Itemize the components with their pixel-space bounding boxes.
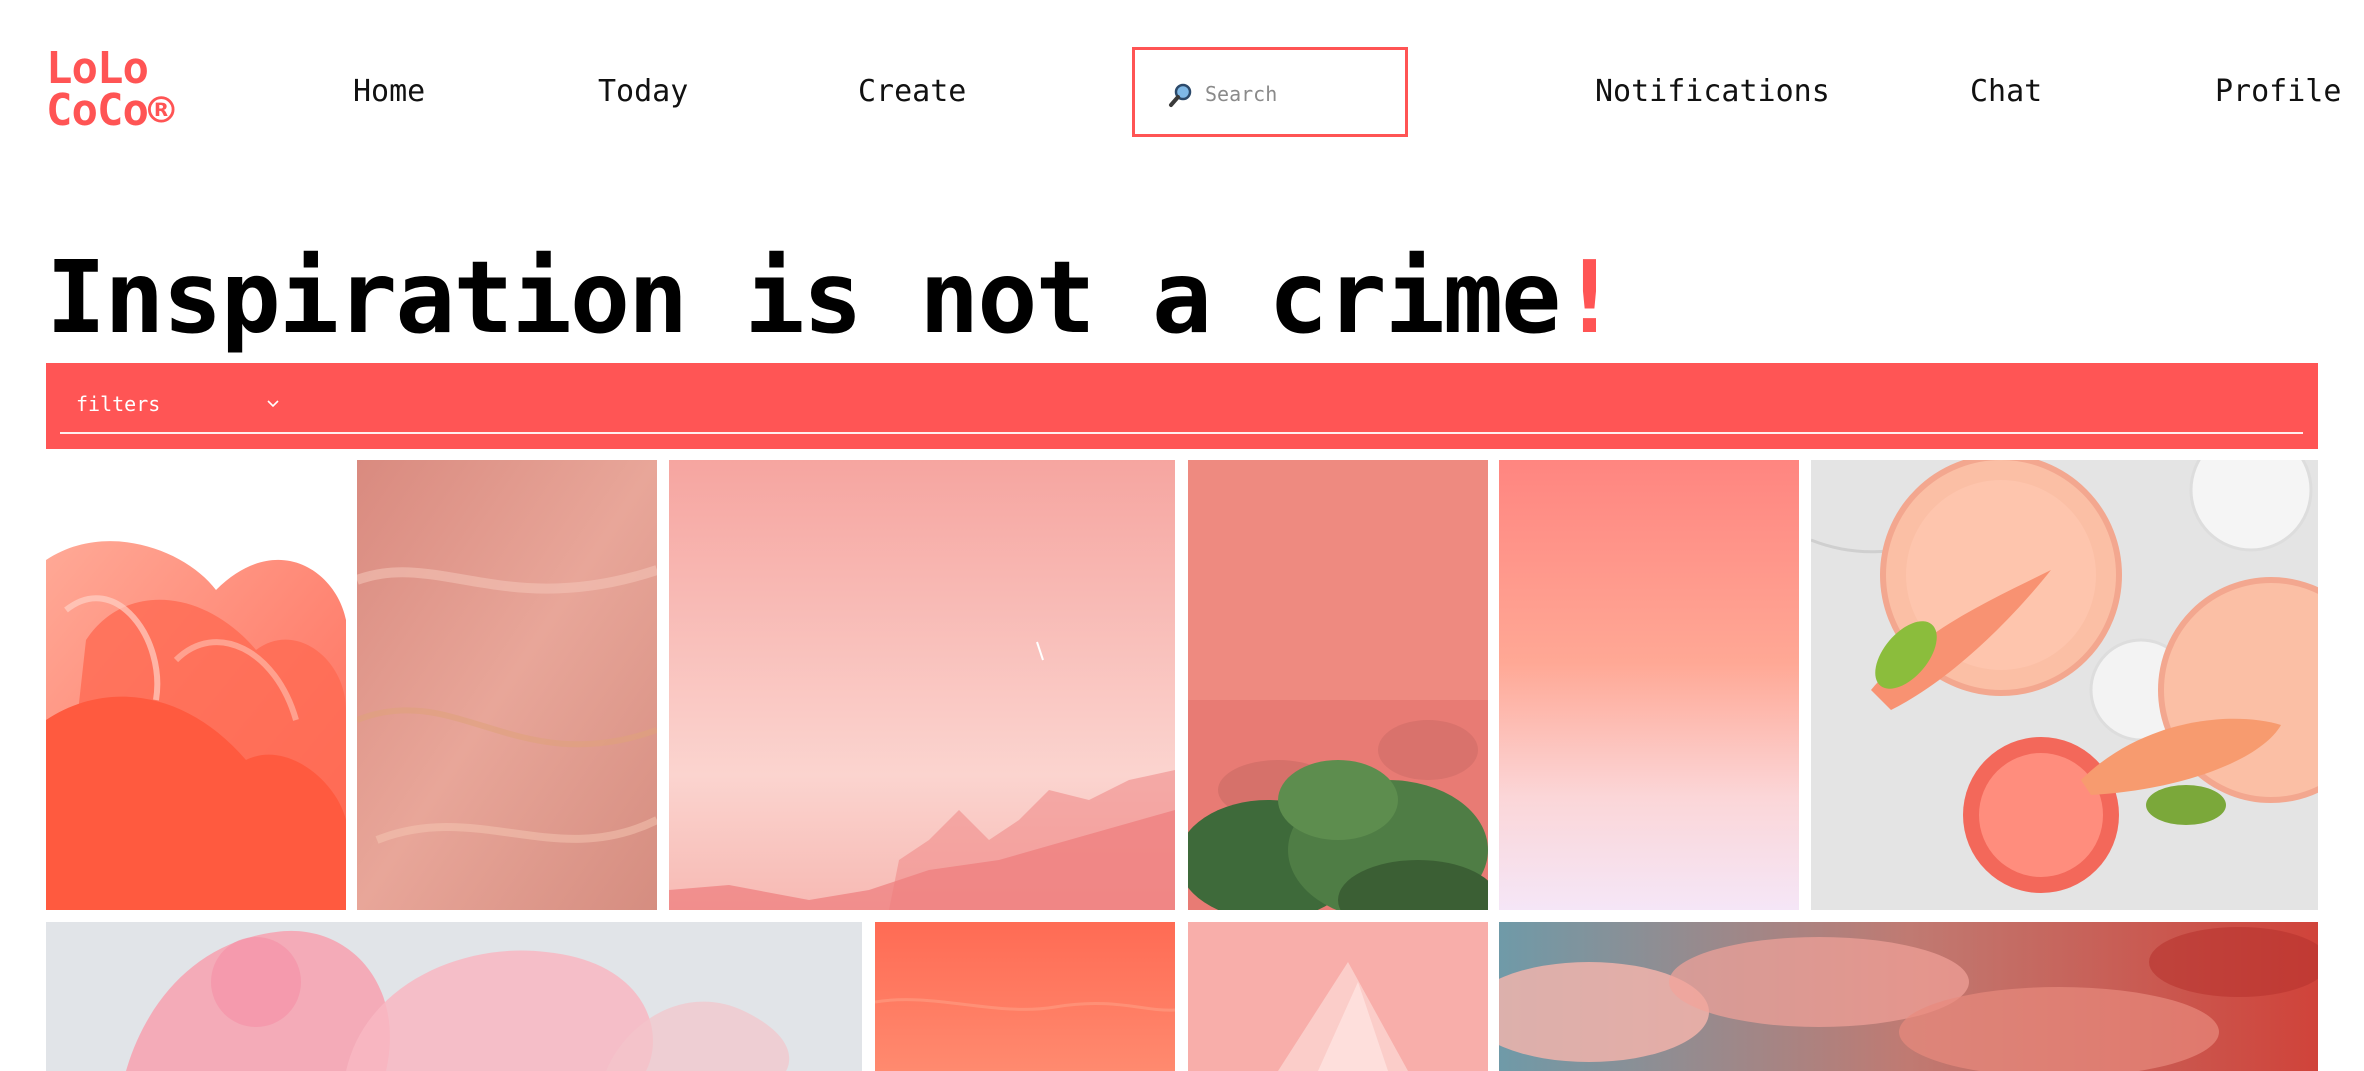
gallery-image-sea[interactable] <box>875 922 1175 1071</box>
gallery-image-flower[interactable] <box>46 460 346 910</box>
gallery-image-gradient[interactable] <box>1499 460 1799 910</box>
gallery-image-mountains[interactable] <box>669 460 1175 910</box>
top-header: LoLo CoCo® Home Today Create Notificatio… <box>0 0 2364 185</box>
magnifier-icon <box>1169 83 1192 107</box>
nav-profile[interactable]: Profile <box>2215 72 2341 112</box>
brand-logo-line1: LoLo <box>46 43 149 94</box>
filters-dropdown[interactable]: filters <box>76 389 296 419</box>
nav-home[interactable]: Home <box>353 72 425 112</box>
gallery-image-marble[interactable] <box>357 460 657 910</box>
gallery-image-cocktails[interactable] <box>1811 460 2318 910</box>
search-box[interactable] <box>1132 47 1408 137</box>
gallery-image-feathers[interactable] <box>1188 922 1488 1071</box>
gallery-image-plant[interactable] <box>1188 460 1488 910</box>
headline-text: Inspiration is not a crime <box>46 239 1561 356</box>
page-headline: Inspiration is not a crime! <box>46 238 1620 358</box>
chevron-down-icon[interactable] <box>264 395 282 413</box>
brand-logo-line2: CoCo® <box>46 85 174 136</box>
nav-notifications[interactable]: Notifications <box>1595 72 1830 112</box>
filters-label: filters <box>76 392 161 416</box>
gallery-image-ink[interactable] <box>46 922 862 1071</box>
filter-underline <box>60 432 2303 434</box>
brand-logo[interactable]: LoLo CoCo® <box>46 43 174 136</box>
headline-exclamation: ! <box>1559 239 1619 356</box>
filter-bar: filters <box>46 363 2318 449</box>
nav-create[interactable]: Create <box>858 72 966 112</box>
search-input[interactable] <box>1205 74 1395 114</box>
gallery-image-clouds[interactable] <box>1499 922 2318 1071</box>
nav-today[interactable]: Today <box>598 72 688 112</box>
nav-chat[interactable]: Chat <box>1970 72 2042 112</box>
